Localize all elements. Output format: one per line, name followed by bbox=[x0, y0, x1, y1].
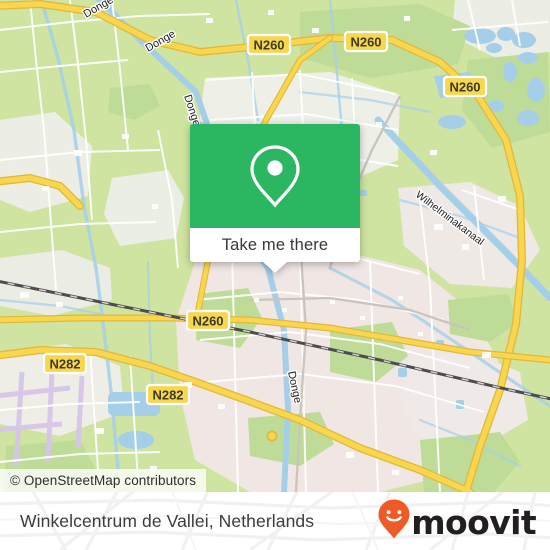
place-title: Winkelcentrum de Vallei, Netherlands bbox=[20, 492, 314, 550]
take-me-there-label: Take me there bbox=[222, 236, 329, 255]
footer-bar: Winkelcentrum de Vallei, Netherlands moo… bbox=[0, 492, 550, 550]
take-me-there-button[interactable]: Take me there bbox=[190, 228, 360, 262]
road-shield-n282-2: N282 bbox=[147, 385, 189, 404]
callout-tail bbox=[263, 262, 287, 273]
road-shield-n260-4: N260 bbox=[187, 311, 229, 330]
svg-text:N282: N282 bbox=[152, 388, 183, 403]
svg-text:N260: N260 bbox=[192, 314, 223, 329]
road-shield-n282-1: N282 bbox=[44, 354, 86, 373]
road-shield-n260-1: N260 bbox=[248, 35, 290, 54]
moovit-smiley-pin-icon bbox=[377, 498, 411, 545]
road-shield-n260-2: N260 bbox=[345, 32, 387, 51]
location-pin-icon bbox=[247, 143, 303, 209]
svg-text:N260: N260 bbox=[449, 80, 480, 95]
svg-text:N260: N260 bbox=[253, 38, 284, 53]
moovit-map-share-card: Donge Donge Donge Donge Wilhelminakanaal… bbox=[0, 0, 550, 550]
callout-pin-area bbox=[190, 124, 360, 228]
svg-text:N260: N260 bbox=[350, 35, 381, 50]
svg-text:N282: N282 bbox=[49, 357, 80, 372]
moovit-brand[interactable]: moovit bbox=[377, 492, 536, 550]
road-shield-n260-3: N260 bbox=[444, 77, 486, 96]
osm-attribution[interactable]: © OpenStreetMap contributors bbox=[0, 469, 206, 492]
moovit-wordmark: moovit bbox=[411, 506, 536, 539]
map-callout-card[interactable]: Take me there bbox=[190, 124, 360, 262]
